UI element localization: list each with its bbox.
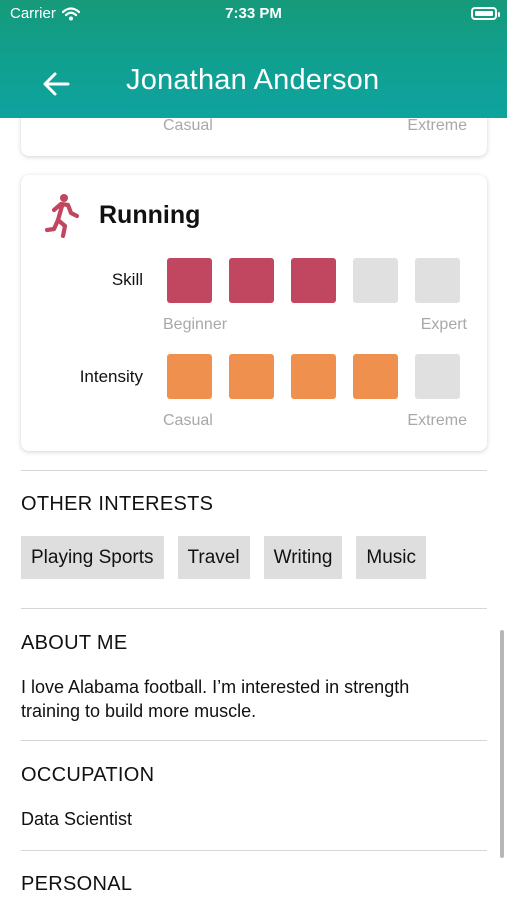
interest-chip[interactable]: Travel	[177, 536, 250, 579]
intensity-low-label: Casual	[163, 412, 213, 429]
back-button[interactable]	[38, 66, 74, 102]
profile-content: Casual Extreme Running Skill Beginner Ex…	[0, 0, 507, 900]
previous-intensity-low-label: Casual	[163, 117, 213, 134]
intensity-level-3-filled[interactable]	[291, 354, 336, 399]
other-interests-title: OTHER INTERESTS	[21, 493, 214, 515]
skill-high-label: Expert	[420, 316, 467, 333]
intensity-label: Intensity	[79, 367, 143, 386]
arrow-left-icon	[43, 72, 70, 96]
interest-chip[interactable]: Playing Sports	[21, 536, 164, 579]
battery-icon	[471, 7, 500, 20]
status-bar: Carrier 7:33 PM	[0, 0, 507, 28]
skill-level-5-empty[interactable]	[415, 258, 460, 303]
interest-chips: Playing Sports Travel Writing Music	[21, 536, 427, 579]
status-time: 7:33 PM	[225, 5, 282, 22]
personal-title: PERSONAL	[21, 873, 133, 895]
skill-level-3-filled[interactable]	[291, 258, 336, 303]
about-me-title: ABOUT ME	[21, 632, 128, 654]
scrollbar[interactable]	[500, 630, 504, 858]
skill-low-label: Beginner	[163, 316, 228, 333]
interest-chip[interactable]: Writing	[263, 536, 343, 579]
running-person-icon	[44, 194, 80, 239]
skill-label: Skill	[111, 270, 143, 289]
intensity-level-4-filled[interactable]	[353, 354, 398, 399]
intensity-level-1-filled[interactable]	[167, 354, 212, 399]
divider	[21, 850, 487, 851]
divider	[21, 608, 487, 609]
skill-level-4-empty[interactable]	[353, 258, 398, 303]
running-activity-card	[21, 175, 487, 451]
app-header: Carrier 7:33 PM Jonathan Anderson	[0, 0, 507, 118]
intensity-high-label: Extreme	[407, 412, 467, 429]
previous-intensity-high-label: Extreme	[407, 117, 467, 134]
occupation-value: Data Scientist	[21, 809, 133, 829]
skill-level-1-filled[interactable]	[167, 258, 212, 303]
intensity-level-2-filled[interactable]	[229, 354, 274, 399]
occupation-title: OCCUPATION	[21, 764, 155, 786]
divider	[21, 470, 487, 471]
intensity-level-5-empty[interactable]	[415, 354, 460, 399]
interest-chip[interactable]: Music	[356, 536, 427, 579]
activity-title: Running	[99, 201, 201, 229]
divider	[21, 740, 487, 741]
page-title: Jonathan Anderson	[126, 64, 380, 96]
about-me-text: I love Alabama football. I’m interested …	[21, 677, 410, 721]
skill-level-2-filled[interactable]	[229, 258, 274, 303]
